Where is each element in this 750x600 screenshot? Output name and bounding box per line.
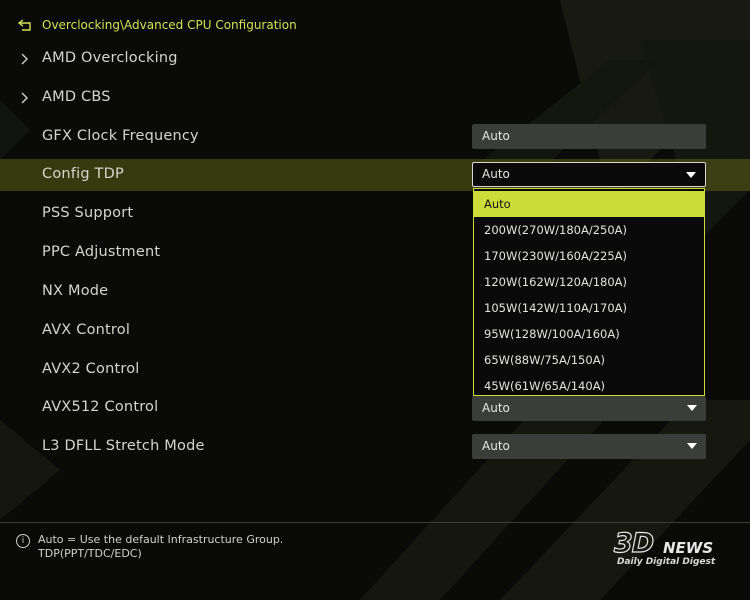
dropdown-option[interactable]: 105W(142W/110A/170A) bbox=[474, 295, 704, 321]
dropdown-caret-icon bbox=[686, 172, 696, 178]
breadcrumb-path: Overclocking\Advanced CPU Configuration bbox=[42, 18, 297, 32]
setting-label: L3 DFLL Stretch Mode bbox=[42, 438, 205, 454]
field-value: Auto bbox=[482, 167, 510, 181]
menu-item-amd-cbs[interactable]: AMD CBS bbox=[0, 82, 750, 114]
chevron-right-icon bbox=[21, 92, 28, 104]
setting-label: AVX2 Control bbox=[42, 361, 140, 377]
help-text: Auto = Use the default Infrastructure Gr… bbox=[38, 533, 358, 561]
dropdown-option[interactable]: 170W(230W/160A/225A) bbox=[474, 243, 704, 269]
config-tdp-select[interactable]: Auto bbox=[472, 162, 706, 187]
setting-label: AVX512 Control bbox=[42, 399, 159, 415]
avx512-control-select[interactable]: Auto bbox=[472, 396, 706, 421]
dropdown-option[interactable]: 95W(128W/100A/160A) bbox=[474, 321, 704, 347]
menu-item-label: AMD CBS bbox=[42, 89, 111, 105]
help-line-1: Auto = Use the default Infrastructure Gr… bbox=[38, 533, 284, 546]
setting-label: GFX Clock Frequency bbox=[42, 128, 199, 144]
breadcrumb[interactable]: Overclocking\Advanced CPU Configuration bbox=[18, 16, 297, 34]
setting-label: Config TDP bbox=[42, 166, 124, 182]
setting-label: NX Mode bbox=[42, 283, 109, 299]
setting-label: AVX Control bbox=[42, 322, 131, 338]
l3-dfll-stretch-mode-select[interactable]: Auto bbox=[472, 434, 706, 459]
info-icon: i bbox=[16, 534, 30, 548]
menu-item-label: AMD Overclocking bbox=[42, 50, 178, 66]
config-tdp-dropdown-list[interactable]: Auto 200W(270W/180A/250A) 170W(230W/160A… bbox=[473, 188, 705, 396]
dropdown-option[interactable]: 120W(162W/120A/180A) bbox=[474, 269, 704, 295]
field-value: Auto bbox=[482, 401, 510, 415]
dropdown-option-auto[interactable]: Auto bbox=[474, 191, 704, 217]
dropdown-caret-icon bbox=[687, 443, 697, 449]
dropdown-caret-icon bbox=[687, 405, 697, 411]
gfx-clock-frequency-field[interactable]: Auto bbox=[472, 124, 706, 149]
field-value: Auto bbox=[482, 129, 510, 143]
menu-item-amd-overclocking[interactable]: AMD Overclocking bbox=[0, 43, 750, 75]
back-arrow-icon[interactable] bbox=[18, 19, 34, 31]
help-line-2: TDP(PPT/TDC/EDC) bbox=[38, 547, 142, 560]
chevron-right-icon bbox=[21, 53, 28, 65]
logo-3d: 3D bbox=[613, 527, 654, 559]
setting-label: PSS Support bbox=[42, 205, 134, 221]
field-value: Auto bbox=[482, 439, 510, 453]
dropdown-option[interactable]: 65W(88W/75A/150A) bbox=[474, 347, 704, 373]
setting-label: PPC Adjustment bbox=[42, 244, 161, 260]
divider bbox=[0, 522, 750, 523]
dropdown-option[interactable]: 200W(270W/180A/250A) bbox=[474, 217, 704, 243]
logo-tagline: Daily Digital Digest bbox=[617, 557, 716, 567]
logo-news: NEWS bbox=[663, 539, 714, 557]
dropdown-option[interactable]: 45W(61W/65A/140A) bbox=[474, 373, 704, 399]
watermark-logo: 3D NEWS Daily Digital Digest bbox=[613, 527, 732, 572]
